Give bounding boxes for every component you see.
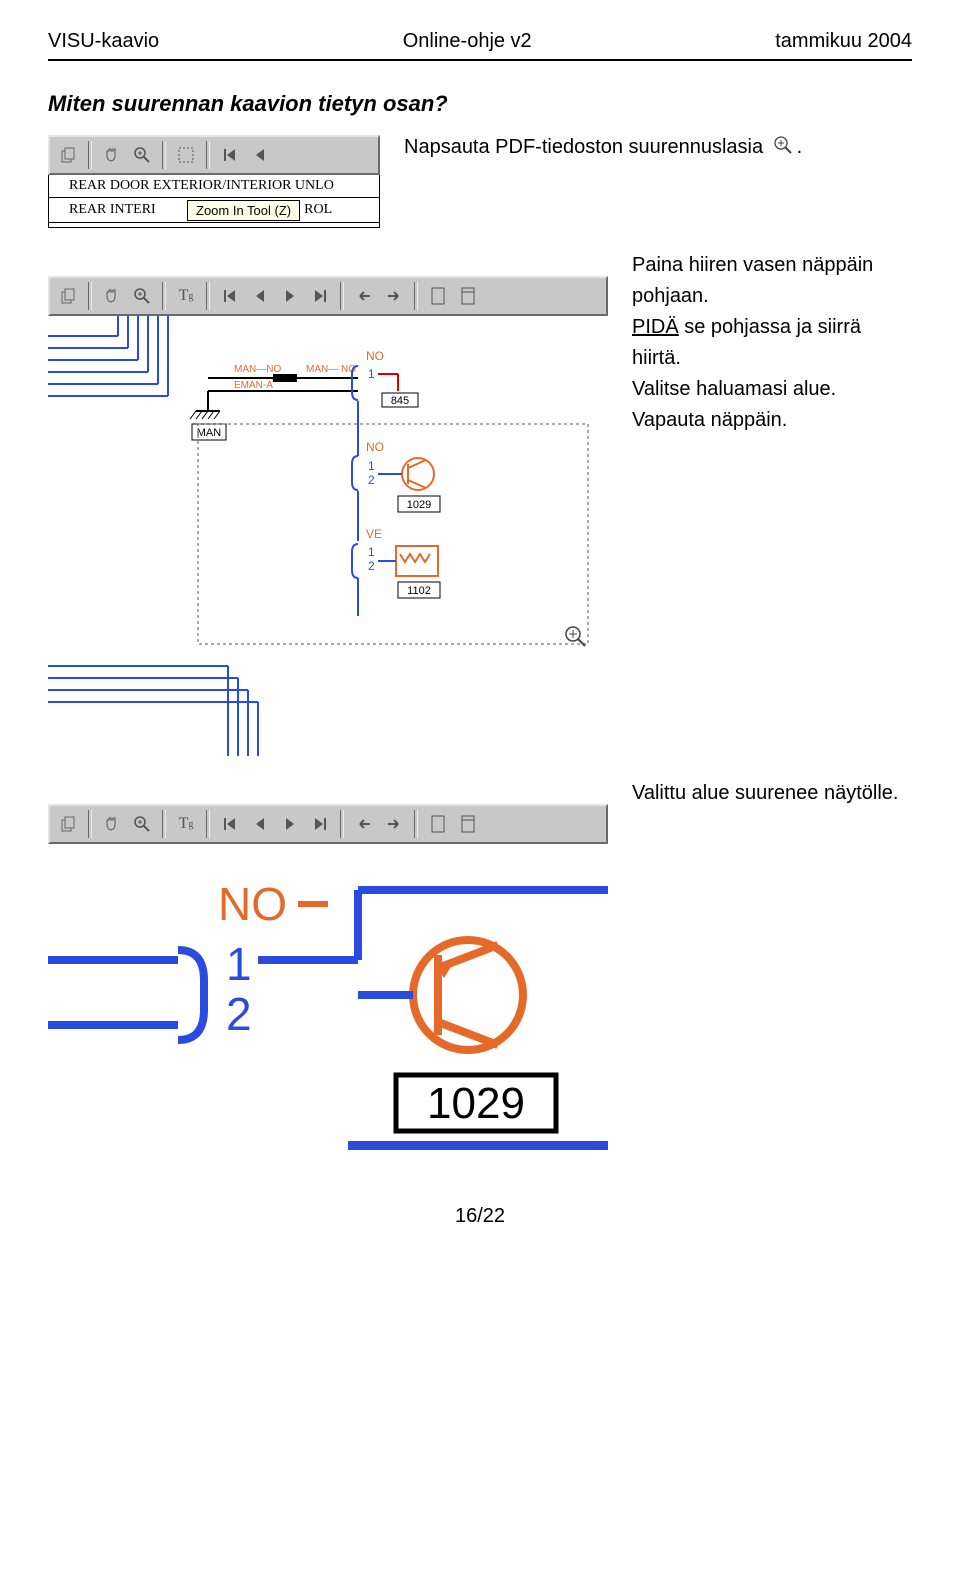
prev-page-icon[interactable] xyxy=(248,284,272,308)
text-tool-icon[interactable]: Tg xyxy=(174,812,198,836)
copy-icon[interactable] xyxy=(56,143,80,167)
back-icon[interactable] xyxy=(352,812,376,836)
toolbar-divider xyxy=(340,282,344,310)
header-right: tammikuu 2004 xyxy=(775,30,912,53)
marquee-select-icon[interactable] xyxy=(174,143,198,167)
zoom-label-two: 2 xyxy=(226,988,252,1040)
hand-icon[interactable] xyxy=(100,812,124,836)
label-one: 1 xyxy=(368,367,375,381)
copy-icon[interactable] xyxy=(56,284,80,308)
toolbar-divider xyxy=(88,282,92,310)
zoom-steps-section: Tg xyxy=(48,250,912,756)
step-2-underlined: PIDÄ xyxy=(632,316,679,338)
intro-text: Napsauta PDF-tiedoston suurennuslasia . xyxy=(404,135,802,159)
steps-text: Paina hiiren vasen näppäin pohjaan. PIDÄ… xyxy=(632,250,912,756)
toolbar-divider xyxy=(206,282,210,310)
context-row-2: REAR INTERI Zoom In Tool (Z) ROL xyxy=(49,198,379,223)
first-page-icon[interactable] xyxy=(218,284,242,308)
hand-icon[interactable] xyxy=(100,143,124,167)
zoom-in-icon[interactable] xyxy=(130,143,154,167)
pdf-toolbar xyxy=(48,135,380,175)
toolbar-divider xyxy=(206,810,210,838)
toolbar-sample-1: REAR DOOR EXTERIOR/INTERIOR UNLO REAR IN… xyxy=(48,135,380,228)
section-title: Miten suurennan kaavion tietyn osan? xyxy=(48,91,912,117)
toolbar-divider xyxy=(340,810,344,838)
zoom-label-one: 1 xyxy=(226,938,252,990)
toolbar-divider xyxy=(414,810,418,838)
toolbar-divider xyxy=(414,282,418,310)
context-row-1: REAR DOOR EXTERIOR/INTERIOR UNLO xyxy=(49,175,379,198)
zoomed-diagram: NO 1 2 xyxy=(48,850,608,1155)
label-ve: VE xyxy=(366,527,382,541)
intro-row: REAR DOOR EXTERIOR/INTERIOR UNLO REAR IN… xyxy=(48,135,912,228)
step-3: Valitse haluamasi alue. xyxy=(632,374,912,405)
last-page-icon[interactable] xyxy=(308,812,332,836)
intro-suffix: . xyxy=(797,136,803,158)
prev-page-icon[interactable] xyxy=(248,143,272,167)
toolbar-divider xyxy=(162,282,166,310)
next-page-icon[interactable] xyxy=(278,284,302,308)
forward-icon[interactable] xyxy=(382,812,406,836)
page-footer: 16/22 xyxy=(48,1205,912,1228)
prev-page-icon[interactable] xyxy=(248,812,272,836)
zoom-in-icon[interactable] xyxy=(130,284,154,308)
step-1: Paina hiiren vasen näppäin pohjaan. xyxy=(632,250,912,312)
first-page-icon[interactable] xyxy=(218,143,242,167)
fit-page-icon[interactable] xyxy=(426,812,450,836)
forward-icon[interactable] xyxy=(382,284,406,308)
result-section: Tg xyxy=(48,778,912,1155)
label-no-mid: NO xyxy=(366,440,384,454)
toolbar-context-rows: REAR DOOR EXTERIOR/INTERIOR UNLO REAR IN… xyxy=(48,175,380,228)
step-2: PIDÄ se pohjassa ja siirrä hiirtä. xyxy=(632,312,912,374)
toolbar-divider xyxy=(88,141,92,169)
fit-page-icon[interactable] xyxy=(426,284,450,308)
label-trace1: MAN—NO xyxy=(234,364,281,375)
diagram-sample: Tg xyxy=(48,250,608,756)
back-icon[interactable] xyxy=(352,284,376,308)
zoom-label-no: NO xyxy=(218,878,287,930)
last-page-icon[interactable] xyxy=(308,284,332,308)
label-man: MAN xyxy=(197,427,222,439)
next-page-icon[interactable] xyxy=(278,812,302,836)
label-two-c: 2 xyxy=(368,559,375,573)
circuit-diagram: MAN MAN—NO EMAN-A MAN— NO NO 1 84 xyxy=(48,316,608,756)
fit-width-icon[interactable] xyxy=(456,284,480,308)
label-1029: 1029 xyxy=(407,499,431,511)
label-no-top: NO xyxy=(366,349,384,363)
header-left: VISU-kaavio xyxy=(48,30,159,53)
toolbar-divider xyxy=(88,810,92,838)
toolbar-divider xyxy=(162,141,166,169)
zoom-tooltip: Zoom In Tool (Z) xyxy=(187,200,300,221)
toolbar-divider xyxy=(162,810,166,838)
label-one-b: 1 xyxy=(368,459,375,473)
intro-sentence: Napsauta PDF-tiedoston suurennuslasia xyxy=(404,136,763,158)
zoomed-result: Tg xyxy=(48,778,608,1155)
label-845: 845 xyxy=(391,395,409,407)
step-4: Vapauta näppäin. xyxy=(632,405,912,436)
result-text: Valittu alue suurenee näytölle. xyxy=(632,778,898,1155)
label-trace3: MAN— NO xyxy=(306,364,356,375)
copy-icon[interactable] xyxy=(56,812,80,836)
magnifier-icon xyxy=(773,135,793,155)
label-trace2: EMAN-A xyxy=(234,380,273,391)
page-header: VISU-kaavio Online-ohje v2 tammikuu 2004 xyxy=(48,30,912,53)
label-1102: 1102 xyxy=(407,585,431,597)
header-divider xyxy=(48,59,912,61)
context-row-2-right: ROL xyxy=(300,202,332,218)
context-row-2-left: REAR INTERI xyxy=(49,202,187,218)
label-two-b: 2 xyxy=(368,473,375,487)
page: VISU-kaavio Online-ohje v2 tammikuu 2004… xyxy=(0,0,960,1228)
fit-width-icon[interactable] xyxy=(456,812,480,836)
header-center: Online-ohje v2 xyxy=(403,30,532,53)
zoom-in-icon[interactable] xyxy=(130,812,154,836)
toolbar-divider xyxy=(206,141,210,169)
zoom-label-1029: 1029 xyxy=(427,1079,525,1128)
label-one-c: 1 xyxy=(368,545,375,559)
text-tool-icon[interactable]: Tg xyxy=(174,284,198,308)
pdf-toolbar-2: Tg xyxy=(48,276,608,316)
pdf-toolbar-3: Tg xyxy=(48,804,608,844)
first-page-icon[interactable] xyxy=(218,812,242,836)
hand-icon[interactable] xyxy=(100,284,124,308)
